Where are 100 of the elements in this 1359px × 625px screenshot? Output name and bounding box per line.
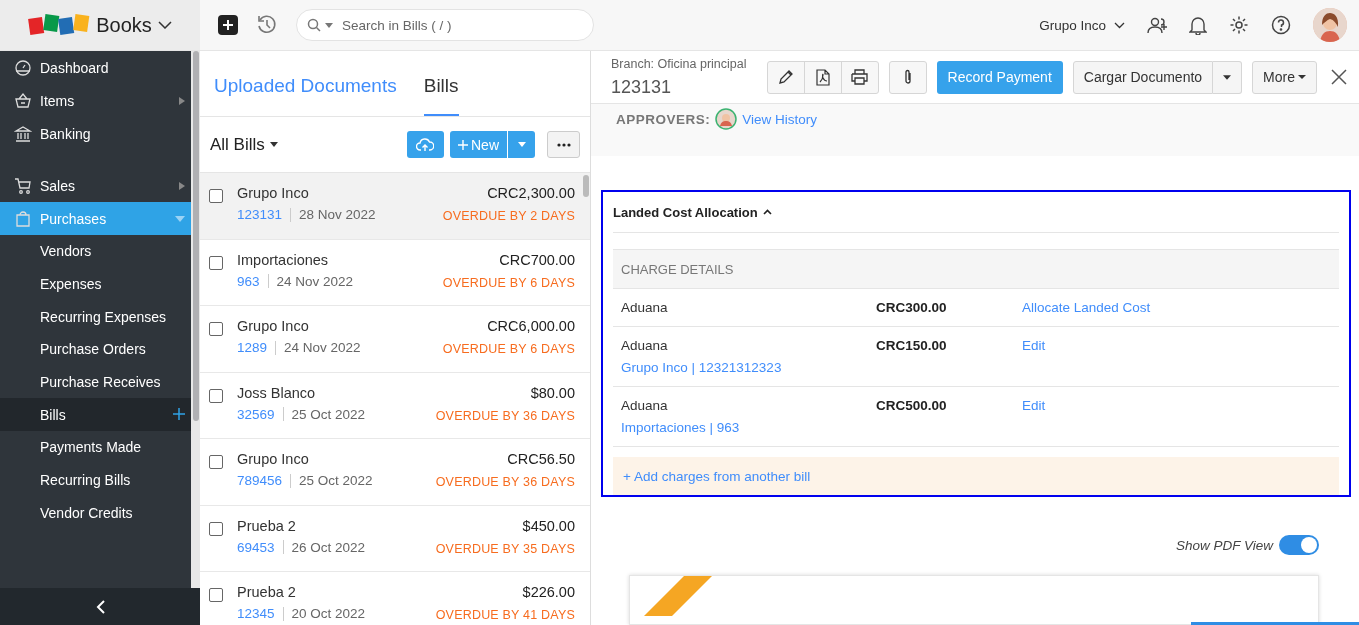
avatar[interactable] [1313,8,1347,42]
checkbox[interactable] [209,189,223,203]
sidebar-item[interactable]: Vendor Credits [0,496,191,530]
sidebar-item[interactable]: Dashboard [0,51,191,84]
users-icon[interactable] [1147,16,1167,34]
checkbox[interactable] [209,255,223,270]
charge-name: Aduana [621,338,669,353]
bill-amount: CRC6,000.00 [486,318,575,334]
caret-right-icon[interactable] [179,181,185,190]
scrollbar-thumb[interactable] [583,175,589,197]
checkbox[interactable] [209,588,223,602]
overdue-status: OVERDUE BY 2 DAYS [442,209,575,223]
overdue-status: OVERDUE BY 36 DAYS [435,408,575,423]
overdue-status: OVERDUE BY 6 DAYS [442,342,575,356]
search-icon[interactable] [307,18,321,32]
sidebar-item[interactable]: Recurring Expenses [0,300,191,334]
bill-row[interactable]: Joss Blanco 32569 25 Oct 2022 $80.00 OVERDUE BY 36 DAYS [200,372,590,439]
dropdown-button[interactable] [508,131,535,158]
chevron-icon[interactable] [1114,21,1125,29]
checkbox[interactable] [209,455,223,469]
basket-icon [14,91,32,110]
upload-document-button[interactable]: Cargar Documento [1072,60,1214,94]
checkbox[interactable] [209,388,223,403]
attachment-button[interactable] [888,60,927,94]
upload-button[interactable] [407,131,444,158]
sidebar-item[interactable]: Purchase Orders [0,333,191,366]
search-field[interactable]: Search in Bills ( / ) [296,9,594,41]
ellipsis-icon [556,142,571,147]
caret-down-icon[interactable] [269,142,278,147]
pdf-view-toggle[interactable] [1279,535,1319,555]
filter-dropdown[interactable]: All Bills [210,134,265,155]
help-icon[interactable] [1271,15,1291,35]
bill-row[interactable]: Grupo Inco 789456 25 Oct 2022 CRC56.50 OVERDUE BY 36 DAYS [200,439,590,506]
vendor-name: Prueba 2 [237,584,297,600]
more-button[interactable]: More [1252,60,1317,94]
sidebar-item[interactable]: Banking [0,117,191,150]
bill-row[interactable]: Prueba 2 69453 26 Oct 2022 $450.00 OVERDUE BY 35 DAYS [200,505,590,572]
bill-amount: CRC56.50 [506,451,575,467]
ribbon-icon [644,576,714,616]
bill-row[interactable]: Grupo Inco 123131 28 Nov 2022 CRC2,300.00 OVERDUE BY 2 DAYS [200,173,590,240]
overdue-status: OVERDUE BY 6 DAYS [442,275,575,290]
cloud-upload-icon [416,137,435,152]
chevron-left-icon [95,599,105,614]
sidebar-item[interactable]: Payments Made [0,431,191,464]
scrollbar-thumb[interactable] [192,51,199,421]
bill-amount: CRC2,300.00 [486,185,575,201]
section-title[interactable]: Landed Cost Allocation [613,204,758,220]
overdue-status: OVERDUE BY 41 DAYS [435,608,575,622]
sidebar-item[interactable]: Sales [0,169,191,202]
sidebar-item[interactable]: Items [0,84,191,117]
settings-icon[interactable] [1229,15,1249,35]
sidebar-item[interactable]: Expenses [0,267,191,301]
bill-date: 25 Oct 2022 [299,473,373,488]
bank-icon [14,124,32,143]
sidebar-item[interactable]: Vendors [0,235,191,268]
printer-icon [851,69,869,85]
sidebar-item[interactable]: Bills [0,398,191,432]
checkbox[interactable] [209,521,223,536]
bill-date: 20 Oct 2022 [291,606,366,621]
vendor-name: Prueba 2 [237,517,297,534]
approvers-label: APPROVERS: [616,112,711,127]
caret-down-icon [517,142,526,147]
paperclip-icon [903,69,912,85]
overdue-status: OVERDUE BY 36 DAYS [435,475,575,489]
close-icon[interactable] [1331,69,1347,85]
chevron-icon[interactable] [157,21,172,29]
charge-amount: CRC500.00 [876,398,948,415]
logo-icon [28,13,91,37]
caret-right-icon[interactable] [179,96,185,105]
brand-name[interactable]: Books [96,13,152,37]
caret-down-icon [1223,74,1232,80]
checkbox[interactable] [209,322,223,336]
bill-amount: $450.00 [521,517,575,534]
sidebar-item[interactable]: Recurring Bills [0,463,191,497]
bill-amount: CRC700.00 [498,251,575,268]
bag-icon [14,209,32,228]
tab[interactable]: Bills [423,75,459,116]
avatar [715,108,738,130]
overdue-status: OVERDUE BY 35 DAYS [435,541,575,556]
bill-row[interactable]: Importaciones 963 24 Nov 2022 CRC700.00 OVERDUE BY 6 DAYS [200,239,590,306]
bill-number-title: 123131 [611,76,673,98]
bill-date: 24 Nov 2022 [284,340,361,355]
bill-amount: $80.00 [529,384,575,401]
add-icon[interactable] [218,15,238,35]
history-icon[interactable] [256,14,278,36]
plus-icon [458,139,468,150]
organization-name[interactable]: Grupo Inco [1039,17,1106,33]
vendor-name: Grupo Inco [237,451,310,467]
bill-row[interactable]: Grupo Inco 1289 24 Nov 2022 CRC6,000.00 OVERDUE BY 6 DAYS [200,306,590,373]
branch-label: Branch: Oficina principal [611,56,748,71]
bell-icon[interactable] [1189,15,1207,35]
caret-down-icon [1298,75,1306,79]
charge-amount: CRC300.00 [876,300,948,315]
vendor-name: Grupo Inco [237,318,310,334]
pdf-view-label: Show PDF View [1175,537,1273,553]
bill-date: 26 Oct 2022 [291,539,366,555]
charge-name: Aduana [621,300,669,315]
chevron-up-icon[interactable] [762,209,772,215]
sidebar-item[interactable]: Purchase Receives [0,365,191,399]
vendor-name: Joss Blanco [237,384,317,401]
